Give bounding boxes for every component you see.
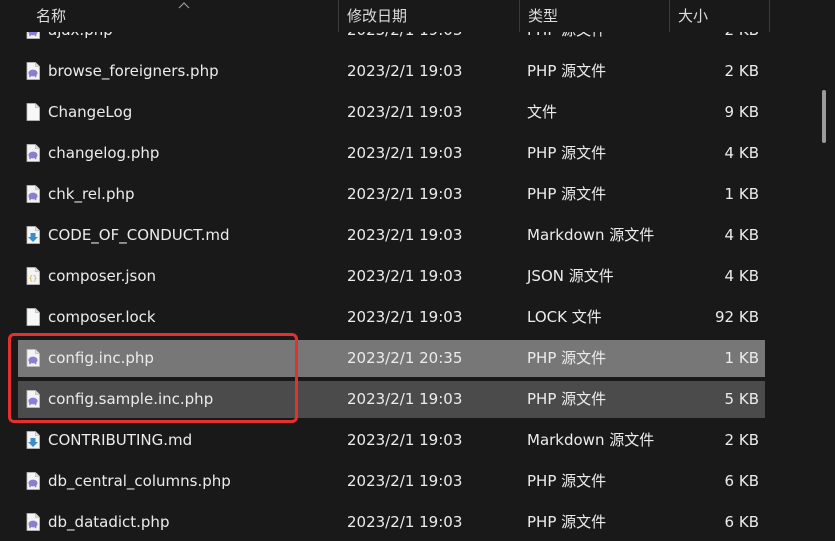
file-row[interactable]: config.sample.inc.php 2023/2/1 19:03 PHP 源…	[18, 381, 765, 418]
file-type: PHP 源文件	[527, 390, 607, 408]
file-name: composer.lock	[48, 308, 156, 326]
column-name-label: 名称	[36, 7, 67, 25]
file-modified-date: 2023/2/1 19:03	[347, 267, 463, 285]
file-type: JSON 源文件	[527, 267, 614, 285]
file-row[interactable]: browse_foreigners.php 2023/2/1 19:03 PHP 源…	[18, 53, 765, 90]
file-row[interactable]: config.inc.php 2023/2/1 20:35 PHP 源文件 1 KB	[18, 340, 765, 377]
file-size: 6 KB	[724, 472, 759, 490]
file-type: 文件	[527, 103, 558, 121]
php-file-icon	[26, 390, 40, 408]
generic-file-icon	[26, 103, 40, 121]
file-name: changelog.php	[48, 144, 160, 162]
column-type-label: 类型	[528, 7, 559, 25]
vertical-scrollbar-thumb[interactable]	[822, 90, 826, 143]
file-name: config.inc.php	[48, 349, 154, 367]
file-modified-date: 2023/2/1 19:03	[347, 144, 463, 162]
file-size: 2 KB	[724, 62, 759, 80]
chevron-up-icon[interactable]	[178, 1, 190, 9]
file-size: 6 KB	[724, 513, 759, 531]
file-name: ChangeLog	[48, 103, 133, 121]
column-date-label: 修改日期	[347, 7, 408, 25]
file-modified-date: 2023/2/1 19:03	[347, 390, 463, 408]
file-name: config.sample.inc.php	[48, 390, 214, 408]
file-row[interactable]: changelog.php 2023/2/1 19:03 PHP 源文件 4 KB	[18, 135, 765, 172]
file-row[interactable]: db_central_columns.php 2023/2/1 19:03 PHP …	[18, 463, 765, 500]
php-file-icon	[26, 185, 40, 203]
file-row[interactable]: ChangeLog 2023/2/1 19:03 文件 9 KB	[18, 94, 765, 131]
file-modified-date: 2023/2/1 19:03	[347, 513, 463, 531]
file-modified-date: 2023/2/1 19:03	[347, 472, 463, 490]
svg-text:{}: {}	[29, 275, 37, 283]
file-size: 5 KB	[724, 390, 759, 408]
file-size: 4 KB	[724, 144, 759, 162]
column-header-bar: 名称 修改日期 类型 大小	[0, 0, 835, 32]
file-name: CODE_OF_CONDUCT.md	[48, 226, 230, 244]
file-size: 2 KB	[724, 431, 759, 449]
file-name: browse_foreigners.php	[48, 62, 219, 80]
file-modified-date: 2023/2/1 19:03	[347, 308, 463, 326]
file-row[interactable]: {} composer.json 2023/2/1 19:03 JSON 源文件 4 K…	[18, 258, 765, 295]
file-size: 4 KB	[724, 226, 759, 244]
file-name: db_central_columns.php	[48, 472, 231, 490]
file-type: PHP 源文件	[527, 472, 607, 490]
file-modified-date: 2023/2/1 19:03	[347, 185, 463, 203]
php-file-icon	[26, 144, 40, 162]
file-modified-date: 2023/2/1 19:03	[347, 226, 463, 244]
column-header-size[interactable]: 大小	[670, 0, 770, 32]
json-file-icon: {}	[26, 267, 40, 285]
file-modified-date: 2023/2/1 19:03	[347, 62, 463, 80]
file-type: Markdown 源文件	[527, 226, 655, 244]
file-name: CONTRIBUTING.md	[48, 431, 193, 449]
file-type: PHP 源文件	[527, 349, 607, 367]
file-row[interactable]: composer.lock 2023/2/1 19:03 LOCK 文件 92 KB	[18, 299, 765, 336]
file-type: LOCK 文件	[527, 308, 602, 326]
file-type: PHP 源文件	[527, 144, 607, 162]
column-size-label: 大小	[678, 7, 709, 25]
file-modified-date: 2023/2/1 19:03	[347, 103, 463, 121]
markdown-file-icon	[26, 431, 40, 449]
file-type: PHP 源文件	[527, 185, 607, 203]
markdown-file-icon	[26, 226, 40, 244]
file-modified-date: 2023/2/1 20:35	[347, 349, 463, 367]
column-divider[interactable]	[769, 0, 770, 32]
file-size: 1 KB	[724, 185, 759, 203]
column-header-type[interactable]: 类型	[520, 0, 670, 32]
column-header-date[interactable]: 修改日期	[339, 0, 519, 32]
file-name: chk_rel.php	[48, 185, 135, 203]
php-file-icon	[26, 472, 40, 490]
file-size: 4 KB	[724, 267, 759, 285]
file-name: composer.json	[48, 267, 157, 285]
file-row[interactable]: db_datadict.php 2023/2/1 19:03 PHP 源文件 6 KB	[18, 504, 765, 541]
generic-file-icon	[26, 308, 40, 326]
file-type: Markdown 源文件	[527, 431, 655, 449]
file-list: ajax.php2023/2/1 19:03PHP 源文件2 KBbrowse_…	[0, 0, 835, 541]
file-size: 1 KB	[724, 349, 759, 367]
file-row[interactable]: CODE_OF_CONDUCT.md 2023/2/1 19:03 Markdown…	[18, 217, 765, 254]
file-modified-date: 2023/2/1 19:03	[347, 431, 463, 449]
php-file-icon	[26, 62, 40, 80]
file-row[interactable]: CONTRIBUTING.md 2023/2/1 19:03 Markdown 源文…	[18, 422, 765, 459]
file-size: 9 KB	[724, 103, 759, 121]
file-type: PHP 源文件	[527, 513, 607, 531]
file-size: 92 KB	[715, 308, 759, 326]
php-file-icon	[26, 349, 40, 367]
file-row[interactable]: chk_rel.php 2023/2/1 19:03 PHP 源文件 1 KB	[18, 176, 765, 213]
php-file-icon	[26, 513, 40, 531]
file-name: db_datadict.php	[48, 513, 170, 531]
file-type: PHP 源文件	[527, 62, 607, 80]
